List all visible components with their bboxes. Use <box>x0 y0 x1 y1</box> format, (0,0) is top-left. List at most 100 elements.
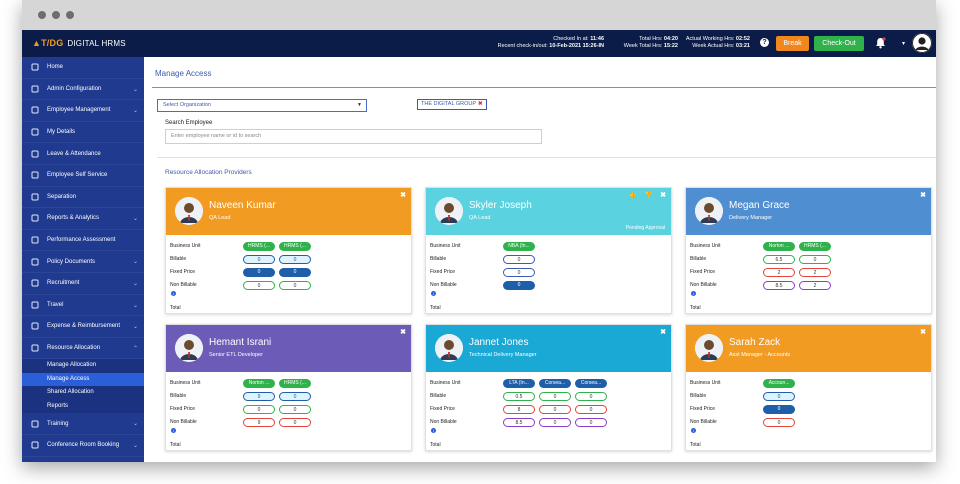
close-icon[interactable]: ✖ <box>660 191 666 199</box>
sidebar-item[interactable]: Travel ⌄ <box>22 295 144 317</box>
non-billable-value: 2 <box>799 281 831 290</box>
info-icon[interactable]: i <box>431 291 436 296</box>
organization-tag-label: THE DIGITAL GROUP <box>421 101 477 107</box>
week-actual-value: 03:21 <box>735 43 750 49</box>
info-icon[interactable]: i <box>691 428 696 433</box>
remove-tag-icon[interactable]: ✖ <box>478 101 483 107</box>
menu-icon <box>30 84 40 94</box>
search-input[interactable]: Enter employee name or id to search <box>165 129 542 144</box>
sidebar-item[interactable]: Recruitment ⌄ <box>22 273 144 295</box>
business-unit-badge[interactable]: Corsea... <box>539 379 571 388</box>
fixed-price-value: 8 <box>503 405 535 414</box>
close-icon[interactable]: ✖ <box>920 328 926 336</box>
business-unit-badge[interactable]: Norton ... <box>243 379 275 388</box>
close-icon[interactable]: ✖ <box>920 191 926 199</box>
sidebar-item[interactable]: Admin Configuration ⌄ <box>22 79 144 101</box>
browser-frame: ▲T/DG DIGITAL HRMS Checked In at: 11:46 R… <box>22 0 936 462</box>
billable-value: 9 <box>243 392 275 401</box>
row-label: Total <box>430 442 441 448</box>
window-dot-icon[interactable] <box>38 11 46 19</box>
window-dot-icon[interactable] <box>52 11 60 19</box>
info-icon[interactable]: i <box>431 428 436 433</box>
sidebar-item-label: My Details <box>47 129 76 136</box>
sidebar-item[interactable]: Home <box>22 57 144 79</box>
sidebar-subitem[interactable]: Shared Allocation <box>22 386 144 400</box>
chevron-icon: ⌃ <box>132 345 138 352</box>
chevron-down-icon[interactable]: ▾ <box>902 40 905 47</box>
chevron-down-icon: ▼ <box>357 102 362 108</box>
billable-value: 0 <box>503 255 535 264</box>
employee-avatar <box>695 197 723 225</box>
break-button[interactable]: Break <box>776 36 809 51</box>
sidebar-item[interactable]: Expense & Reimbursement ⌄ <box>22 316 144 338</box>
window-dot-icon[interactable] <box>66 11 74 19</box>
sidebar-item[interactable]: Reports & Analytics ⌄ <box>22 208 144 230</box>
close-icon[interactable]: ✖ <box>400 328 406 336</box>
sidebar-subitem[interactable]: Reports <box>22 399 144 414</box>
row-label: Non Billable <box>170 419 197 425</box>
chevron-icon: ⌄ <box>132 421 138 428</box>
sidebar-item-label: Leave & Attendance <box>47 150 101 157</box>
help-icon[interactable]: ? <box>760 38 769 47</box>
business-unit-badge[interactable]: HRMS (... <box>279 379 311 388</box>
info-icon[interactable]: i <box>171 291 176 296</box>
business-unit-badge[interactable]: Norton ... <box>763 242 795 251</box>
organization-select[interactable]: Select Organization ▼ <box>157 99 367 112</box>
sidebar-item[interactable]: Resource Allocation ⌃ <box>22 338 144 360</box>
checked-in-value: 11:46 <box>590 36 604 42</box>
user-icon <box>912 33 932 53</box>
business-unit-badge[interactable]: HRMS (... <box>243 242 275 251</box>
non-billable-value: 8.5 <box>763 281 795 290</box>
employee-avatar <box>695 334 723 362</box>
fixed-price-value: 0 <box>575 405 607 414</box>
sidebar-item[interactable]: Performance Assessment <box>22 230 144 252</box>
sidebar-item[interactable]: Policy Documents ⌄ <box>22 251 144 273</box>
app-logo[interactable]: ▲T/DG DIGITAL HRMS <box>32 38 126 48</box>
close-icon[interactable]: ✖ <box>660 328 666 336</box>
sidebar-item[interactable]: Separation <box>22 187 144 209</box>
recent-checkin-label: Recent check-in/out: <box>497 43 548 49</box>
business-unit-badge[interactable]: HRMS (... <box>799 242 831 251</box>
billable-value: 6.5 <box>763 255 795 264</box>
sidebar-item[interactable]: Training ⌄ <box>22 413 144 435</box>
row-label: Business Unit <box>690 380 721 386</box>
menu-icon <box>30 62 40 72</box>
checkin-info: Checked In at: 11:46 Recent check-in/out… <box>482 36 604 50</box>
close-icon[interactable]: ✖ <box>400 191 406 199</box>
business-unit-badge[interactable]: Accoun... <box>763 379 795 388</box>
menu-icon <box>30 257 40 267</box>
sidebar-item-label: Travel <box>47 301 64 308</box>
organization-tag[interactable]: THE DIGITAL GROUP ✖ <box>417 99 487 110</box>
sidebar-subitem[interactable]: Manage Allocation <box>22 359 144 373</box>
total-hrs-value: 04:20 <box>663 36 678 42</box>
business-unit-badge[interactable]: HRMS (... <box>279 242 311 251</box>
sidebar-item-label: Admin Configuration <box>47 85 102 92</box>
business-unit-badge[interactable]: Corsea... <box>575 379 607 388</box>
row-label: Total <box>690 305 701 311</box>
fixed-price-value: 2 <box>799 268 831 277</box>
total-hrs-label: Total Hrs: <box>639 36 663 42</box>
resource-card: Skyler Joseph QA Lead ✖ 👍 👎 Pending Approval… <box>425 187 672 314</box>
chevron-icon: ⌄ <box>132 108 138 115</box>
fixed-price-value: 0 <box>539 405 571 414</box>
checkout-button[interactable]: Check-Out <box>814 36 864 51</box>
fixed-price-value: 0 <box>503 268 535 277</box>
user-avatar[interactable] <box>912 33 932 53</box>
business-unit-badge[interactable]: NBA (In... <box>503 242 535 251</box>
sidebar-item[interactable]: My Details <box>22 122 144 144</box>
sidebar-item[interactable]: Leave & Attendance <box>22 143 144 165</box>
menu-icon <box>30 213 40 223</box>
sidebar-subitem[interactable]: Manage Access <box>22 372 144 387</box>
chevron-icon: ⌄ <box>132 302 138 309</box>
bell-icon[interactable] <box>875 37 886 49</box>
approve-reject-icons[interactable]: 👍 👎 <box>629 191 655 198</box>
menu-icon <box>30 235 40 245</box>
sidebar-item[interactable]: Conference Room Booking ⌄ <box>22 435 144 457</box>
info-icon[interactable]: i <box>171 428 176 433</box>
sidebar-item[interactable]: Employee Management ⌄ <box>22 100 144 122</box>
business-unit-badge[interactable]: LTA (In... <box>503 379 535 388</box>
card-header: Megan Grace Delivery Manager ✖ <box>686 188 931 235</box>
main-content: Manage Access Select Organization ▼ THE … <box>144 57 936 462</box>
info-icon[interactable]: i <box>691 291 696 296</box>
sidebar-item[interactable]: Employee Self Service <box>22 165 144 187</box>
